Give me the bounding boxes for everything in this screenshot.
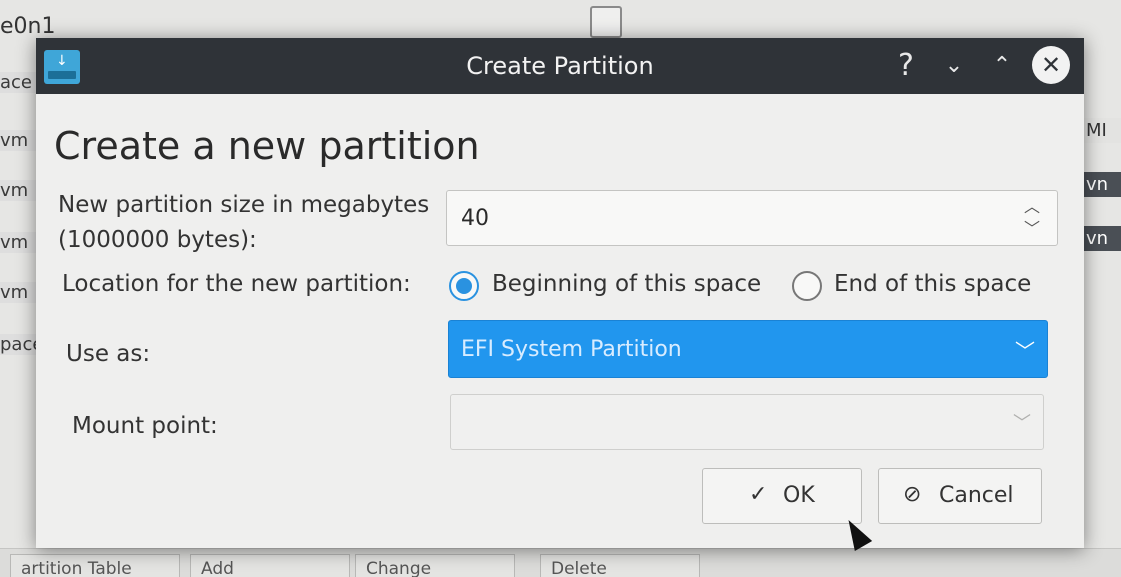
dialog-heading: Create a new partition — [54, 124, 480, 168]
background-checkbox[interactable] — [590, 6, 622, 38]
mount-point-dropdown[interactable]: ﹀ — [450, 394, 1044, 450]
dialog-titlebar[interactable]: ↓ Create Partition ? ⌄ ⌃ ✕ — [36, 38, 1084, 94]
create-partition-dialog: ↓ Create Partition ? ⌄ ⌃ ✕ Create a new … — [36, 38, 1084, 551]
end-of-space-label[interactable]: End of this space — [834, 271, 1031, 297]
mount-point-label: Mount point: — [72, 413, 218, 439]
partition-size-spinbox[interactable]: 40 ︿ ﹀ — [446, 190, 1058, 246]
use-as-dropdown[interactable]: EFI System Partition ﹀ — [448, 320, 1048, 378]
partition-size-value[interactable]: 40 — [461, 206, 489, 231]
spin-arrows-icon[interactable]: ︿ ﹀ — [1021, 196, 1043, 240]
add-button[interactable]: Add — [190, 554, 350, 577]
partition-size-label: New partition size in megabytes (1000000… — [58, 192, 430, 253]
new-partition-table-button[interactable]: artition Table — [10, 554, 180, 577]
ok-button[interactable]: ✓ OK — [702, 468, 862, 524]
use-as-value: EFI System Partition — [461, 337, 682, 362]
cancel-button-label: Cancel — [939, 483, 1014, 508]
beginning-of-space-label[interactable]: Beginning of this space — [492, 271, 761, 297]
device-name: e0n1 — [0, 14, 56, 39]
beginning-of-space-radio[interactable] — [449, 271, 479, 301]
dialog-title: Create Partition — [466, 52, 654, 80]
change-button[interactable]: Change — [355, 554, 515, 577]
cancel-icon: ⊘ — [903, 482, 922, 507]
maximize-button[interactable]: ⌃ — [984, 46, 1020, 86]
chevron-down-icon: ﹀ — [1015, 339, 1035, 363]
chevron-down-icon: ﹀ — [1013, 413, 1031, 434]
close-button[interactable]: ✕ — [1032, 46, 1070, 84]
delete-button[interactable]: Delete — [540, 554, 700, 577]
location-label: Location for the new partition: — [62, 271, 411, 297]
use-as-label: Use as: — [66, 341, 151, 367]
help-button[interactable]: ? — [888, 46, 924, 86]
cancel-button[interactable]: ⊘ Cancel — [878, 468, 1042, 524]
ok-button-label: OK — [783, 483, 815, 508]
end-of-space-radio[interactable] — [792, 271, 822, 301]
partition-table-cell: vn — [1082, 172, 1121, 197]
partition-table-cell: vn — [1082, 226, 1121, 251]
partition-table-cell: MI — [1082, 118, 1121, 143]
minimize-button[interactable]: ⌄ — [936, 46, 972, 86]
checkmark-icon: ✓ — [749, 482, 768, 507]
